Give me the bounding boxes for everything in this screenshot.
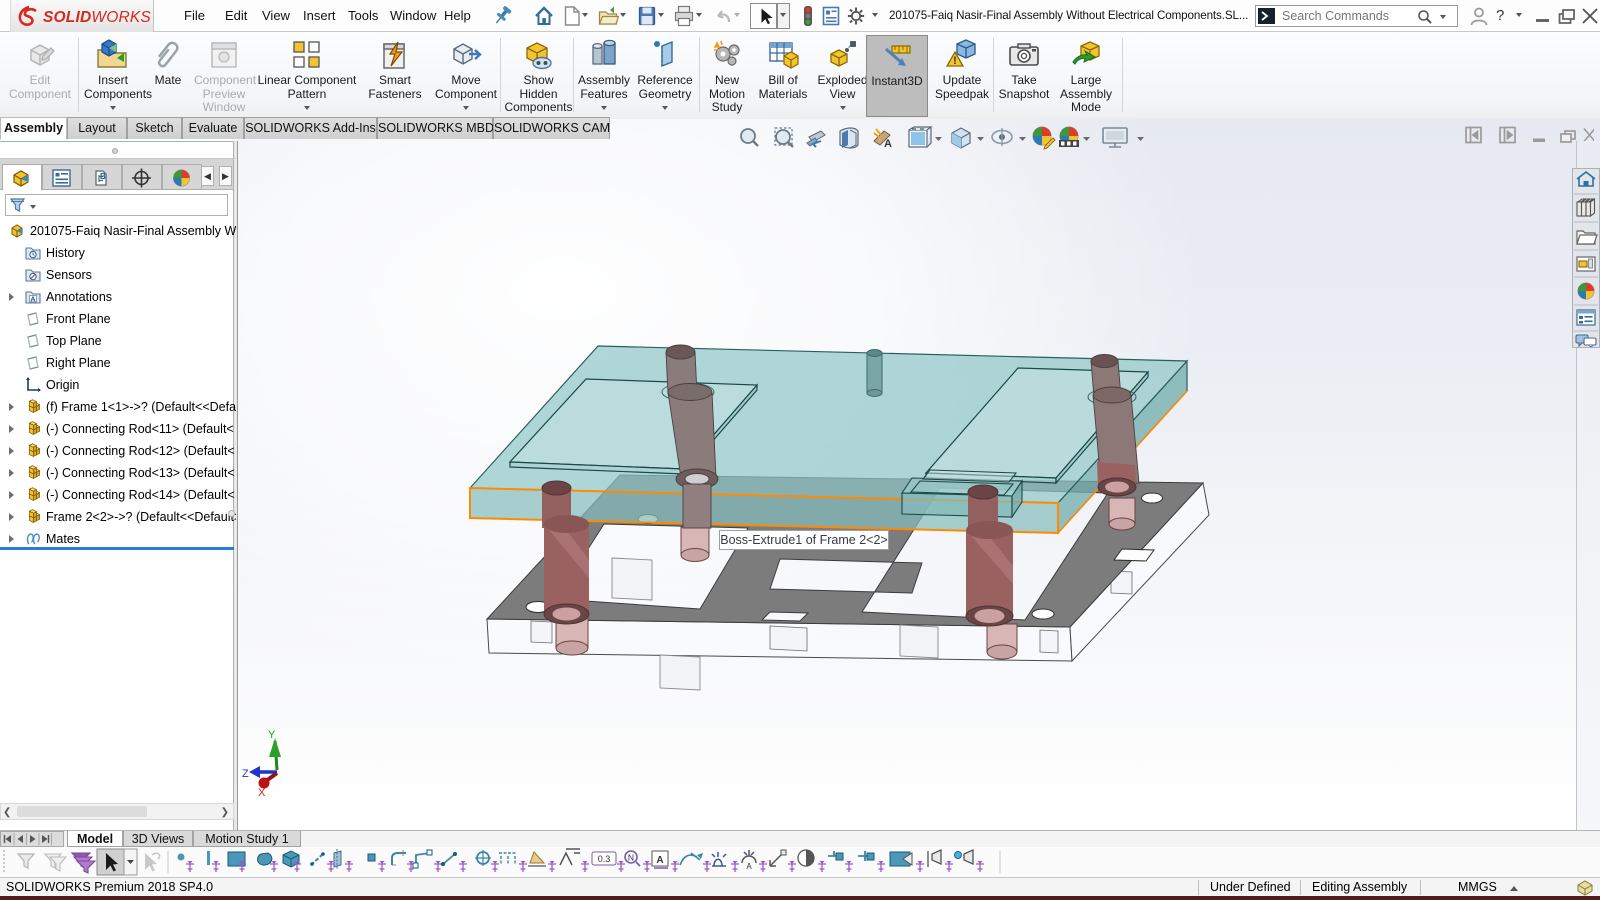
svg-text:A: A bbox=[30, 295, 36, 304]
svg-text:Z: Z bbox=[242, 768, 249, 780]
svg-text:A: A bbox=[746, 862, 752, 871]
svg-text:X: X bbox=[258, 787, 266, 799]
svg-text:B: B bbox=[100, 172, 106, 181]
svg-text:A: A bbox=[656, 855, 663, 866]
svg-text:!: ! bbox=[953, 55, 957, 67]
svg-text:A: A bbox=[884, 138, 892, 150]
svg-text:0.3: 0.3 bbox=[598, 854, 611, 864]
svg-text:N: N bbox=[628, 853, 634, 863]
